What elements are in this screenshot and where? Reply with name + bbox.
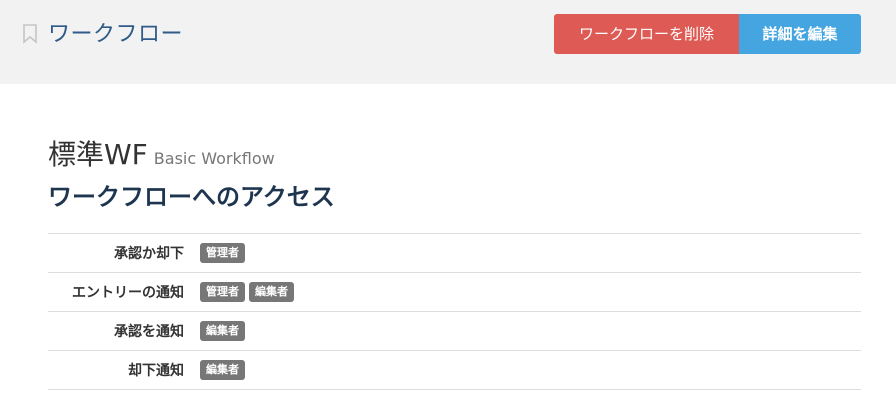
- access-label: 承認を通知: [48, 311, 200, 351]
- access-row: 承認を通知 編集者: [48, 311, 861, 351]
- access-label: 承認か却下: [48, 233, 200, 273]
- access-table: 承認か却下 管理者 エントリーの通知 管理者 編集者 承認を通知 編集者 却下通知 編集者: [48, 233, 861, 390]
- role-badge: 管理者: [200, 282, 245, 302]
- role-badge: 管理者: [200, 243, 245, 263]
- access-roles: 編集者: [200, 350, 861, 390]
- access-row: エントリーの通知 管理者 編集者: [48, 272, 861, 312]
- workflow-name-heading: 標準WF Basic Workflow: [48, 133, 275, 173]
- access-label: エントリーの通知: [48, 272, 200, 312]
- access-label: 却下通知: [48, 350, 200, 390]
- access-roles: 管理者: [200, 233, 861, 273]
- delete-workflow-button[interactable]: ワークフローを削除: [554, 14, 739, 54]
- access-roles: 編集者: [200, 311, 861, 351]
- access-row: 却下通知 編集者: [48, 350, 861, 390]
- workflow-name: 標準WF: [48, 138, 148, 171]
- role-badge: 編集者: [249, 282, 294, 302]
- section-title: ワークフローへのアクセス: [48, 183, 335, 211]
- edit-details-button[interactable]: 詳細を編集: [739, 14, 861, 54]
- access-roles: 管理者 編集者: [200, 272, 861, 312]
- bookmark-icon[interactable]: [22, 24, 38, 44]
- role-badge: 編集者: [200, 321, 245, 341]
- access-row: 承認か却下 管理者: [48, 233, 861, 273]
- page-header: ワークフロー ワークフローを削除 詳細を編集: [0, 0, 896, 84]
- page-title: ワークフロー: [48, 22, 184, 47]
- role-badge: 編集者: [200, 360, 245, 380]
- workflow-subtitle: Basic Workflow: [153, 149, 275, 168]
